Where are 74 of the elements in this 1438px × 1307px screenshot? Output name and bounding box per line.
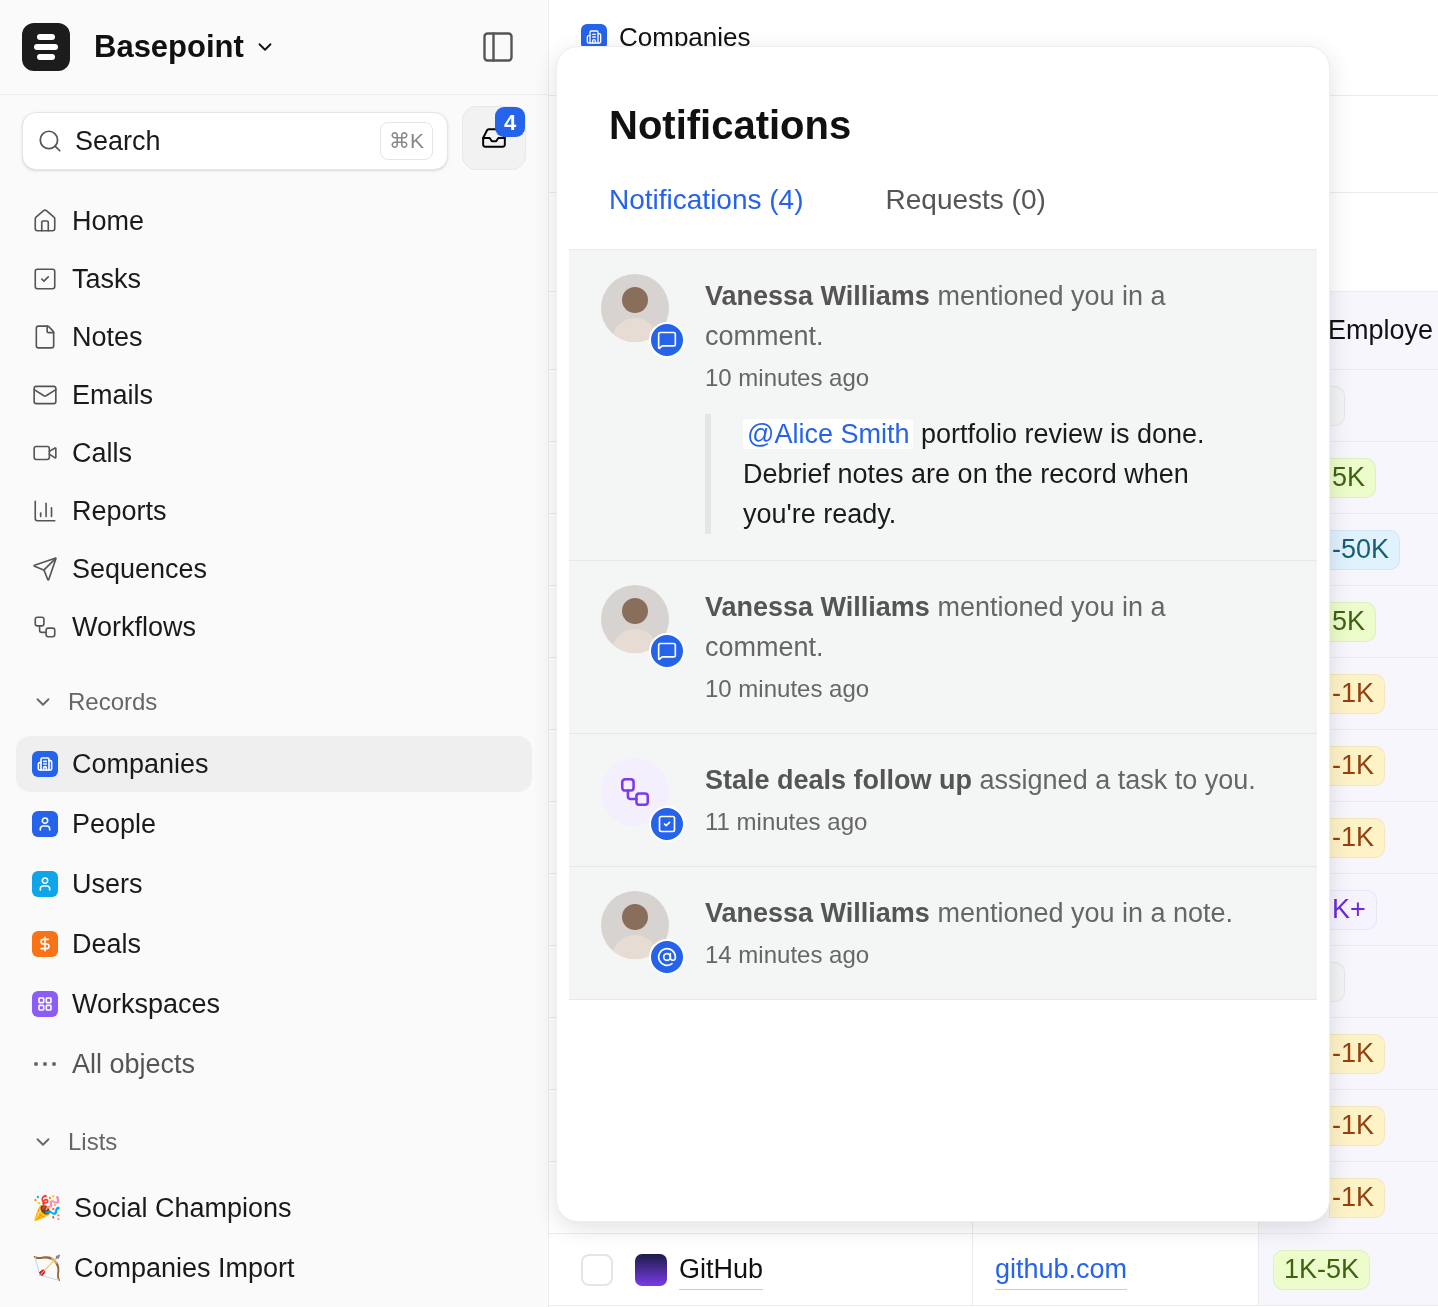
inbox-button[interactable]: 4	[462, 106, 526, 170]
chat-bubble-icon	[649, 633, 685, 669]
timestamp: 11 minutes ago	[705, 807, 869, 837]
timestamp: 14 minutes ago	[705, 940, 871, 970]
record-nav-item[interactable]: Deals	[16, 916, 532, 972]
home-icon	[32, 208, 58, 234]
logo-icon	[22, 23, 70, 71]
section-header[interactable]: Lists	[68, 1124, 118, 1160]
nav-item[interactable]: Calls	[32, 424, 516, 482]
notification-text: Stale deals follow up assigned a task to you.	[705, 764, 1257, 797]
ellipsis-icon	[34, 1062, 56, 1066]
notification-text: Vanessa Williams mentioned you in a note.	[705, 897, 1235, 930]
search-input[interactable]: Search	[75, 120, 368, 162]
tab[interactable]: Notifications (4)	[609, 179, 804, 221]
nav-item[interactable]: Emails	[32, 366, 516, 424]
notification-text: Vanessa Williams mentioned you in a comment.	[705, 591, 1167, 664]
emoji-icon: 🎉	[32, 1190, 62, 1226]
row-checkbox[interactable]	[581, 1253, 613, 1286]
notification-item[interactable]: Vanessa Williams mentioned you in a comment. 10 minutes ago @Alice Smith portfolio review is done. Debrief notes are on the record when you're ready.	[569, 250, 1317, 561]
employee-count-tag: -1K	[1329, 745, 1386, 786]
nav-item[interactable]: Reports	[32, 482, 516, 540]
section-header[interactable]: Records	[68, 684, 158, 720]
nav-item[interactable]: Home	[32, 192, 516, 250]
record-nav-item[interactable]: Workspaces	[16, 976, 532, 1032]
nav-item[interactable]: Notes	[32, 308, 516, 366]
notification-item[interactable]: Vanessa Williams mentioned you in a comment. 10 minutes ago	[569, 561, 1317, 734]
at-sign-icon	[649, 939, 685, 975]
employee-count-tag: K+	[1329, 889, 1377, 930]
notification-count-badge: 4	[495, 107, 525, 137]
employee-count-tag: 5K	[1329, 457, 1377, 498]
workspace-switcher[interactable]: Basepoint	[94, 23, 276, 71]
record-nav-item[interactable]: Companies	[16, 736, 532, 792]
search-icon	[37, 128, 63, 154]
nav-item[interactable]: Tasks	[32, 250, 516, 308]
page-title: Companies	[619, 24, 751, 50]
list-nav-item[interactable]: Companies Import	[74, 1247, 295, 1289]
shortcut-key: ⌘K	[380, 122, 433, 160]
checkbox-icon	[649, 806, 685, 842]
workflow-icon	[32, 614, 58, 640]
notification-item[interactable]: Stale deals follow up assigned a task to you. 11 minutes ago	[569, 734, 1317, 867]
quoted-comment: @Alice Smith portfolio review is done. Debrief notes are on the record when you're ready.	[743, 419, 1205, 529]
employee-count-tag: 5K	[1329, 601, 1377, 642]
search-field[interactable]: Search ⌘K	[22, 112, 448, 170]
chat-bubble-icon	[649, 322, 685, 358]
employee-count-tag: -1K	[1329, 1177, 1386, 1218]
record-nav-item[interactable]: Users	[16, 856, 532, 912]
nav-item[interactable]: Sequences	[32, 540, 516, 598]
employee-count-tag: 1K-5K	[1273, 1249, 1371, 1290]
company-logo	[635, 1253, 667, 1286]
nav-label: All objects	[72, 1047, 196, 1081]
employee-count-tag: -1K	[1329, 817, 1386, 858]
nav-item[interactable]: Workflows	[32, 598, 516, 656]
column-header: Employe	[1328, 314, 1434, 348]
notification-item[interactable]: Vanessa Williams mentioned you in a note. 14 minutes ago	[569, 867, 1317, 1000]
bar-chart-icon	[32, 498, 58, 524]
company-name[interactable]: GitHub	[679, 1248, 764, 1291]
checkbox-icon	[32, 266, 58, 292]
timestamp: 10 minutes ago	[705, 674, 871, 704]
popover-title: Notifications	[609, 102, 852, 149]
record-nav-item[interactable]: People	[16, 796, 532, 852]
emoji-icon: 🏹	[32, 1250, 62, 1286]
domain-link[interactable]: github.com	[995, 1248, 1128, 1291]
employee-count-tag: -50K	[1329, 529, 1401, 570]
list-nav-item[interactable]: Social Champions	[74, 1187, 292, 1229]
sidebar-toggle-icon[interactable]	[480, 29, 516, 65]
employee-count-tag: -1K	[1329, 673, 1386, 714]
timestamp: 10 minutes ago	[705, 363, 871, 393]
nav-item[interactable]: All objects	[16, 1036, 532, 1092]
tab[interactable]: Requests (0)	[885, 179, 1046, 221]
employee-count-tag: -1K	[1329, 1105, 1386, 1146]
notification-text: Vanessa Williams mentioned you in a comment.	[705, 280, 1167, 353]
send-icon	[32, 556, 58, 582]
employee-count-tag: -1K	[1329, 1033, 1386, 1074]
mention-link[interactable]: @Alice Smith	[743, 419, 914, 449]
